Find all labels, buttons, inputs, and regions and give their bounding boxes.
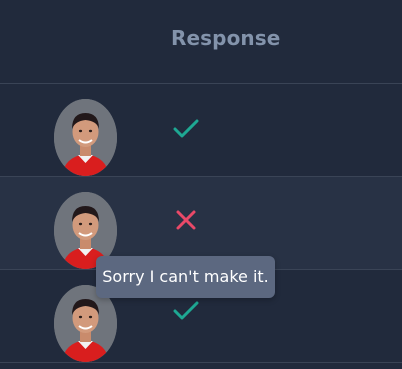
- avatar: [54, 99, 117, 176]
- response-tooltip: Sorry I can't make it.: [96, 256, 275, 298]
- table-row[interactable]: [0, 84, 402, 177]
- check-icon: [173, 301, 199, 320]
- table-header: Response: [0, 0, 402, 84]
- response-column-header: Response: [171, 26, 281, 50]
- response-table: Response Sorry I can't make it.: [0, 0, 402, 369]
- cross-icon: [176, 210, 196, 230]
- check-icon: [173, 119, 199, 138]
